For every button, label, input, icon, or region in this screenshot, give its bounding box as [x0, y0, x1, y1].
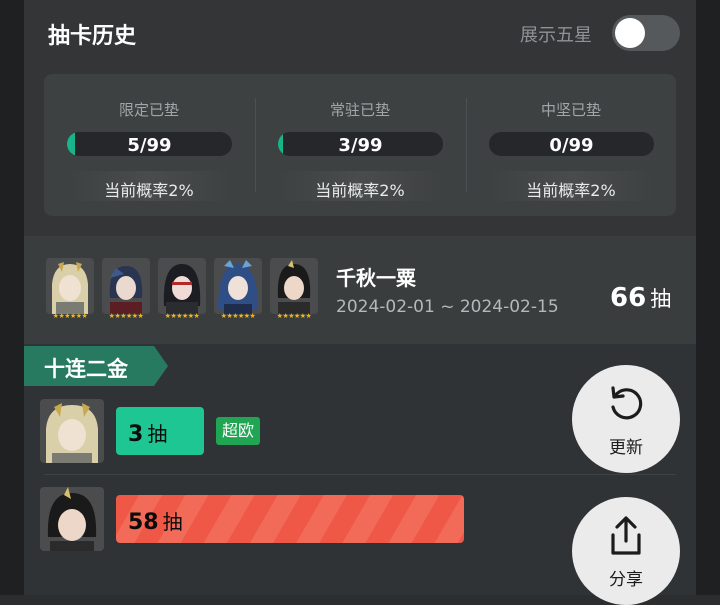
pull-unit: 抽: [162, 510, 183, 534]
stat-title: 常驻已垫: [329, 101, 390, 119]
group-tag-label: 十连二金: [44, 357, 128, 381]
pull-unit: 抽: [147, 422, 168, 446]
share-label: 分享: [609, 570, 643, 590]
operator-avatar-3: [158, 258, 206, 314]
banner-name: 千秋一粟: [336, 266, 416, 290]
star-rating: ★★★★★★: [164, 312, 200, 320]
probability-text: 当前概率2%: [104, 181, 194, 200]
pull-count-text: 3抽: [128, 418, 167, 447]
operator-avatar-4: [214, 258, 262, 314]
stat-title: 中坚已垫: [540, 101, 601, 119]
operator-avatar-large: [40, 399, 104, 463]
operator-avatar-large: [40, 487, 104, 551]
toggle-knob[interactable]: [615, 18, 645, 48]
share-button[interactable]: 分享: [572, 497, 680, 605]
operator-avatar-5: [270, 258, 318, 314]
stat-title: 限定已垫: [118, 101, 179, 119]
probability-text: 当前概率2%: [526, 181, 616, 200]
show-five-star-toggle[interactable]: [612, 15, 680, 51]
stat-limited: 限定已垫 5/99 当前概率2%: [44, 74, 254, 216]
row-divider: [44, 474, 676, 475]
operator-avatar-1: [46, 258, 94, 314]
stat-core: 中坚已垫 0/99 当前概率2%: [466, 74, 676, 216]
refresh-button[interactable]: 更新: [572, 365, 680, 473]
group-tag: 十连二金: [24, 346, 168, 386]
page-title: 抽卡历史: [48, 24, 137, 49]
pull-count-text: 58 抽: [128, 506, 183, 535]
pull-unit: 抽: [650, 287, 672, 311]
star-rating: ★★★★★★: [276, 312, 312, 320]
luck-badge: 超欧: [216, 417, 261, 445]
pity-stats-card: 限定已垫 5/99 当前概率2% 常驻已垫 3/99 当前概率2% 中坚已垫 0…: [44, 74, 676, 216]
pull-count: 58: [128, 510, 159, 535]
star-rating: ★★★★★★: [220, 312, 256, 320]
banner-total-pulls: 66 抽: [610, 283, 671, 313]
pull-count: 3: [128, 422, 144, 447]
left-edge: [0, 0, 24, 595]
banner-date-range: 2024-02-01 ~ 2024-02-15: [336, 297, 559, 317]
pity-count: 5/99: [127, 135, 172, 156]
show-five-star-label: 展示五星: [520, 25, 592, 46]
pull-count-bar: 58 抽: [116, 495, 464, 543]
refresh-label: 更新: [609, 438, 643, 458]
pity-count: 3/99: [338, 135, 383, 156]
refresh-icon: [611, 386, 643, 420]
operator-avatar-2: [102, 258, 150, 314]
star-rating: ★★★★★★: [108, 312, 144, 320]
star-rating: ★★★★★★: [52, 312, 88, 320]
pity-count: 0/99: [549, 135, 594, 156]
stat-standard: 常驻已垫 3/99 当前概率2%: [255, 74, 465, 216]
pull-count: 66: [610, 283, 647, 313]
share-icon: [611, 516, 641, 555]
pull-count-bar: 3抽: [116, 407, 204, 455]
probability-text: 当前概率2%: [315, 181, 405, 200]
right-edge: [696, 0, 720, 595]
